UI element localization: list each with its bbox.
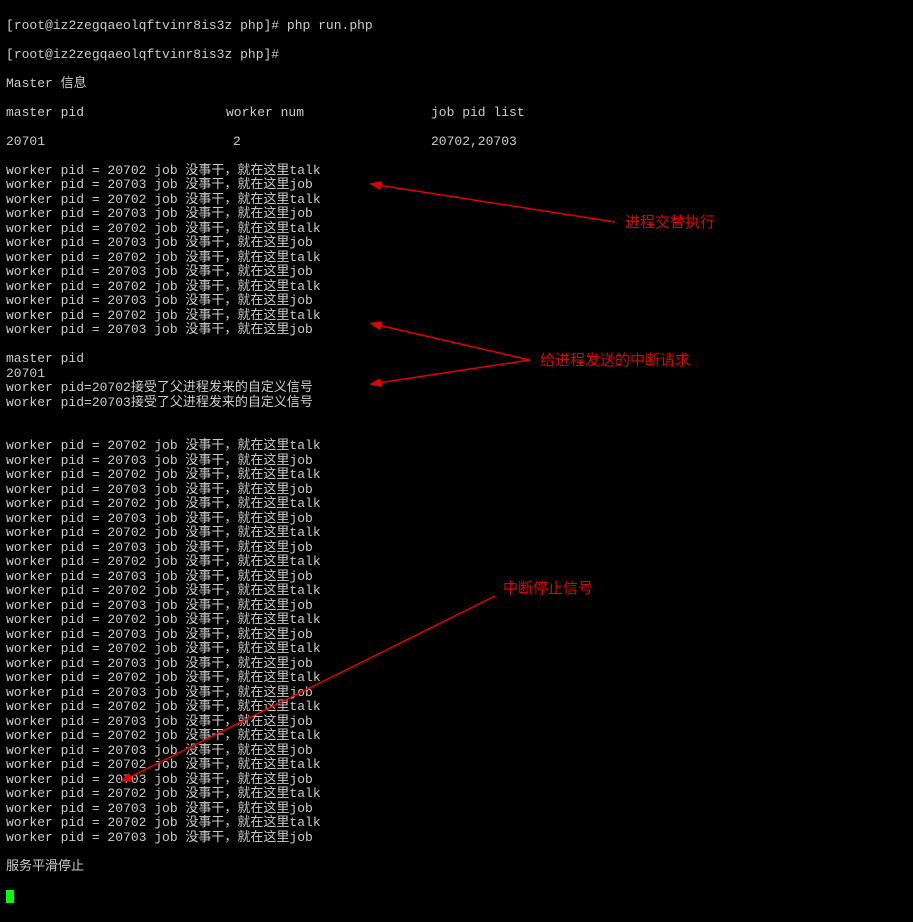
arrow-1 bbox=[370, 180, 620, 230]
cursor-icon bbox=[6, 890, 14, 903]
annotation-2: 给进程发送的中断请求 bbox=[540, 354, 690, 369]
output-line: worker pid = 20702 job 没事干，就在这里talk bbox=[6, 164, 907, 179]
output-line: worker pid = 20702 job 没事干，就在这里talk bbox=[6, 526, 907, 541]
output-line: worker pid = 20703 job 没事干，就在这里job bbox=[6, 483, 907, 498]
output-line: worker pid = 20703 job 没事干，就在这里job bbox=[6, 802, 907, 817]
output-line: worker pid = 20703 job 没事干，就在这里job bbox=[6, 294, 907, 309]
output-line bbox=[6, 410, 907, 425]
output-line: worker pid = 20702 job 没事干，就在这里talk bbox=[6, 468, 907, 483]
output-line: worker pid = 20703 job 没事干，就在这里job bbox=[6, 512, 907, 527]
arrow-2 bbox=[370, 320, 535, 388]
output-line: worker pid = 20702 job 没事干，就在这里talk bbox=[6, 280, 907, 295]
prompt-line-2: [root@iz2zegqaeolqftvinr8is3z php]# bbox=[6, 48, 907, 63]
table-row: 20701220702,20703 bbox=[6, 135, 907, 150]
terminal-output: [root@iz2zegqaeolqftvinr8is3z php]# php … bbox=[0, 0, 913, 922]
cursor-line[interactable] bbox=[6, 889, 907, 904]
output-line: worker pid = 20703 job 没事干，就在这里job bbox=[6, 831, 907, 846]
output-line: worker pid = 20702 job 没事干，就在这里talk bbox=[6, 251, 907, 266]
output-line: worker pid = 20703 job 没事干，就在这里job bbox=[6, 454, 907, 469]
output-line: worker pid = 20703 job 没事干，就在这里job bbox=[6, 570, 907, 585]
table-header: master pidworker numjob pid list bbox=[6, 106, 907, 121]
section-header: Master 信息 bbox=[6, 77, 907, 92]
output-line: worker pid = 20703 job 没事干，就在这里job bbox=[6, 265, 907, 280]
output-line: worker pid=20703接受了父进程发来的自定义信号 bbox=[6, 396, 907, 411]
output-line: worker pid = 20702 job 没事干，就在这里talk bbox=[6, 555, 907, 570]
annotation-3: 中断停止信号 bbox=[503, 582, 593, 597]
final-line: 服务平滑停止 bbox=[6, 860, 907, 875]
output-line: worker pid = 20702 job 没事干，就在这里talk bbox=[6, 497, 907, 512]
output-line: worker pid = 20703 job 没事干，就在这里job bbox=[6, 236, 907, 251]
output-line: worker pid = 20702 job 没事干，就在这里talk bbox=[6, 439, 907, 454]
output-line: worker pid = 20703 job 没事干，就在这里job bbox=[6, 541, 907, 556]
output-line: worker pid = 20702 job 没事干，就在这里talk bbox=[6, 816, 907, 831]
annotation-1: 进程交替执行 bbox=[625, 216, 715, 231]
output-line: worker pid = 20702 job 没事干，就在这里talk bbox=[6, 787, 907, 802]
prompt-line-1: [root@iz2zegqaeolqftvinr8is3z php]# php … bbox=[6, 19, 907, 34]
arrow-3 bbox=[120, 593, 500, 783]
